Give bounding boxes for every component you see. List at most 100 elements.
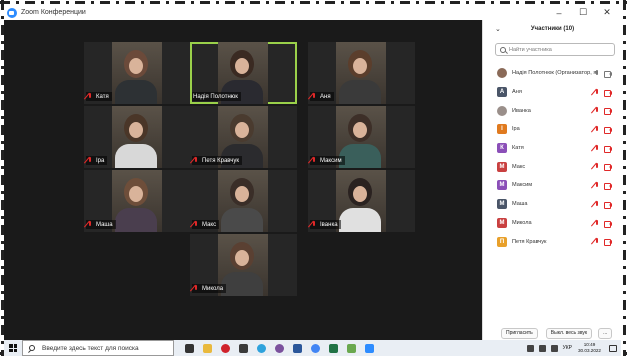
participant-row[interactable]: І Іра xyxy=(483,120,622,139)
name-tag: Надія Полотнюк xyxy=(192,92,241,101)
muted-mic-icon[interactable] xyxy=(594,144,600,152)
clock[interactable]: 10:49 30.03.2022 xyxy=(578,342,601,354)
language-indicator[interactable]: УКР xyxy=(563,345,572,351)
dashed-border-right xyxy=(623,0,626,356)
opera-taskbar-button[interactable] xyxy=(218,340,232,356)
participant-head xyxy=(230,178,254,206)
start-button[interactable] xyxy=(4,340,22,356)
close-button[interactable]: ✕ xyxy=(595,7,619,18)
task-view-taskbar-button[interactable] xyxy=(182,340,196,356)
camera-off-icon[interactable] xyxy=(604,145,612,153)
camera-off-icon[interactable] xyxy=(604,164,612,172)
participant-row[interactable]: Иванка xyxy=(483,101,622,120)
task-view-icon xyxy=(184,343,194,353)
muted-mic-icon[interactable] xyxy=(594,163,600,170)
more-options-button[interactable]: ... xyxy=(598,327,613,339)
participant-body xyxy=(115,80,157,104)
camera-icon[interactable] xyxy=(604,71,612,78)
muted-mic-icon[interactable] xyxy=(594,200,600,208)
invite-button[interactable]: Пригласить xyxy=(501,327,538,339)
muted-mic-icon[interactable] xyxy=(594,219,600,227)
video-tile[interactable]: Іра xyxy=(84,106,191,168)
participant-row[interactable]: П Петя Кравчук xyxy=(483,232,622,251)
camera-off-icon[interactable] xyxy=(604,183,612,191)
video-tile[interactable]: Макс xyxy=(190,170,297,232)
excel-taskbar-button[interactable] xyxy=(326,340,340,356)
zoom-window: Zoom Конференции – ☐ ✕ Катя Надія Полотню… xyxy=(4,5,621,340)
chrome-icon xyxy=(310,343,320,353)
camera-off-icon[interactable] xyxy=(604,89,612,97)
participant-video xyxy=(112,170,162,232)
participant-name: Маша xyxy=(96,221,113,228)
mic-icon[interactable] xyxy=(594,70,600,77)
muted-mic-icon[interactable] xyxy=(594,182,600,189)
telegram-taskbar-button[interactable] xyxy=(254,340,268,356)
camera-off-icon[interactable] xyxy=(604,108,612,116)
minimize-button[interactable]: – xyxy=(547,8,571,18)
participant-head xyxy=(124,114,148,142)
avatar: І xyxy=(497,124,507,135)
participant-video xyxy=(112,106,162,168)
participant-body xyxy=(221,208,263,232)
participant-face xyxy=(353,58,367,74)
mute-all-button[interactable]: Выкл. весь звук xyxy=(545,327,593,339)
camera-off-icon[interactable] xyxy=(604,220,612,228)
name-tag: Катя xyxy=(86,92,112,101)
camera-off-icon[interactable] xyxy=(604,201,612,209)
participant-name: Катя xyxy=(96,93,109,100)
panel-title: Участники (10) xyxy=(530,26,575,32)
participant-row[interactable]: Надія Полотнюк (Организатор, я) xyxy=(483,64,622,83)
participant-search-input[interactable]: Найти участника xyxy=(495,43,615,56)
tray-network-icon[interactable] xyxy=(538,344,546,352)
taskbar-search-input[interactable]: Введите здесь текст для поиска xyxy=(22,340,174,356)
participant-body xyxy=(339,208,381,232)
muted-mic-icon[interactable] xyxy=(594,126,600,133)
muted-mic-icon[interactable] xyxy=(594,238,600,245)
video-tile[interactable]: Маша xyxy=(84,170,191,232)
participant-face xyxy=(353,186,367,202)
participant-row[interactable]: А Аня xyxy=(483,83,622,102)
participant-row[interactable]: К Катя xyxy=(483,139,622,158)
file-explorer-taskbar-button[interactable] xyxy=(200,340,214,356)
participant-name: Надія Полотнюк (Организатор, я) xyxy=(512,70,599,77)
participant-row[interactable]: М Микола xyxy=(483,214,622,233)
muted-mic-icon xyxy=(193,157,199,164)
participant-row[interactable]: М Маша xyxy=(483,195,622,214)
viber-taskbar-button[interactable] xyxy=(272,340,286,356)
participant-body xyxy=(221,272,263,296)
chrome-taskbar-button[interactable] xyxy=(308,340,322,356)
panel-header: ⌄ Участники (10) xyxy=(483,20,621,40)
app-taskbar-button[interactable] xyxy=(344,340,358,356)
muted-mic-icon xyxy=(87,157,93,164)
video-tile[interactable]: Максим xyxy=(308,106,415,168)
clock-date: 30.03.2022 xyxy=(578,348,601,353)
name-tag: Максим xyxy=(310,156,345,165)
participant-row[interactable]: М Максим xyxy=(483,176,622,195)
camera-off-icon[interactable] xyxy=(604,127,612,135)
avatar: М xyxy=(497,217,507,228)
video-tile[interactable]: Катя xyxy=(84,42,191,104)
video-tile[interactable]: Петя Кравчук xyxy=(190,106,297,168)
participant-face xyxy=(235,122,249,138)
camera-off-icon[interactable] xyxy=(604,239,612,247)
video-tile[interactable]: Надія Полотнюк xyxy=(190,42,297,104)
participant-name: Макс xyxy=(202,221,217,228)
participant-body xyxy=(339,80,381,104)
maximize-button[interactable]: ☐ xyxy=(571,7,595,18)
participant-head xyxy=(124,178,148,206)
participant-name: Маша xyxy=(512,201,528,208)
muted-mic-icon[interactable] xyxy=(594,88,600,96)
muted-mic-icon[interactable] xyxy=(594,107,600,114)
video-tile[interactable]: Микола xyxy=(190,234,297,296)
video-tile[interactable]: Іванка xyxy=(308,170,415,232)
muted-mic-icon xyxy=(311,221,317,228)
tray-battery-icon[interactable] xyxy=(526,344,534,352)
yandex-taskbar-button[interactable] xyxy=(236,340,250,356)
word-taskbar-button[interactable] xyxy=(290,340,304,356)
zoom-taskbar-button[interactable] xyxy=(362,340,376,356)
video-tile[interactable]: Аня xyxy=(308,42,415,104)
notification-icon[interactable] xyxy=(609,344,617,352)
participant-row[interactable]: М Макс xyxy=(483,157,622,176)
name-tag: Аня xyxy=(310,92,334,101)
tray-volume-icon[interactable] xyxy=(550,344,558,352)
